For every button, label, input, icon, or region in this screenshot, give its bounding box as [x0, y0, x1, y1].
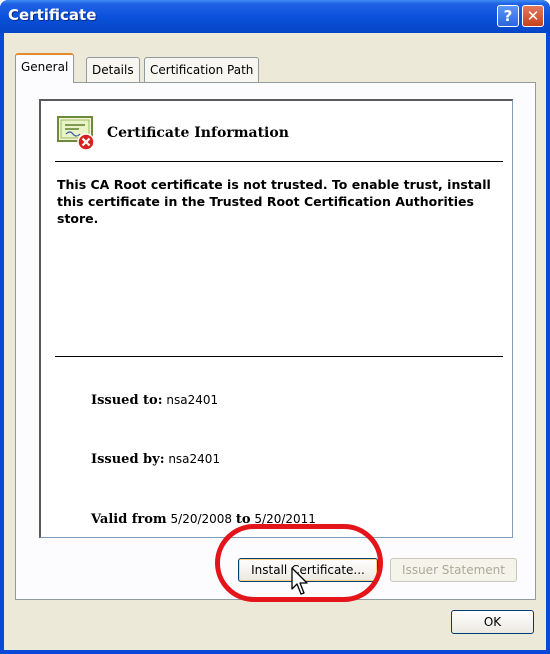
certificate-info-box: Certificate Information This CA Root cer… [39, 99, 513, 538]
mouse-cursor-icon [291, 567, 308, 595]
details-divider [55, 356, 503, 357]
tab-details[interactable]: Details [86, 57, 140, 82]
window-title: Certificate [8, 6, 97, 24]
certificate-error-icon [57, 116, 95, 151]
tab-certification-path[interactable]: Certification Path [144, 57, 260, 82]
tab-general[interactable]: General [15, 53, 75, 83]
issued-to-value: nsa2401 [166, 393, 219, 407]
issuer-statement-button[interactable]: Issuer Statement [390, 558, 517, 582]
trust-message: This CA Root certificate is not trusted.… [57, 177, 491, 226]
issued-by-row: Issued by: nsa2401 [91, 452, 220, 467]
heading-divider [55, 161, 503, 162]
issued-to-label: Issued to: [91, 393, 163, 408]
valid-from-value: 5/20/2008 [170, 512, 233, 526]
ok-button[interactable]: OK [451, 610, 534, 634]
help-button[interactable]: ? [497, 5, 519, 27]
title-bar[interactable]: Certificate ? ✕ [0, 0, 550, 33]
info-heading: Certificate Information [107, 125, 289, 141]
close-button[interactable]: ✕ [522, 5, 544, 27]
valid-from-label: Valid from [91, 512, 167, 527]
general-tab-panel: Certificate Information This CA Root cer… [15, 82, 536, 600]
issued-by-value: nsa2401 [168, 452, 221, 466]
issued-to-row: Issued to: nsa2401 [91, 393, 218, 408]
issued-by-label: Issued by: [91, 452, 165, 467]
